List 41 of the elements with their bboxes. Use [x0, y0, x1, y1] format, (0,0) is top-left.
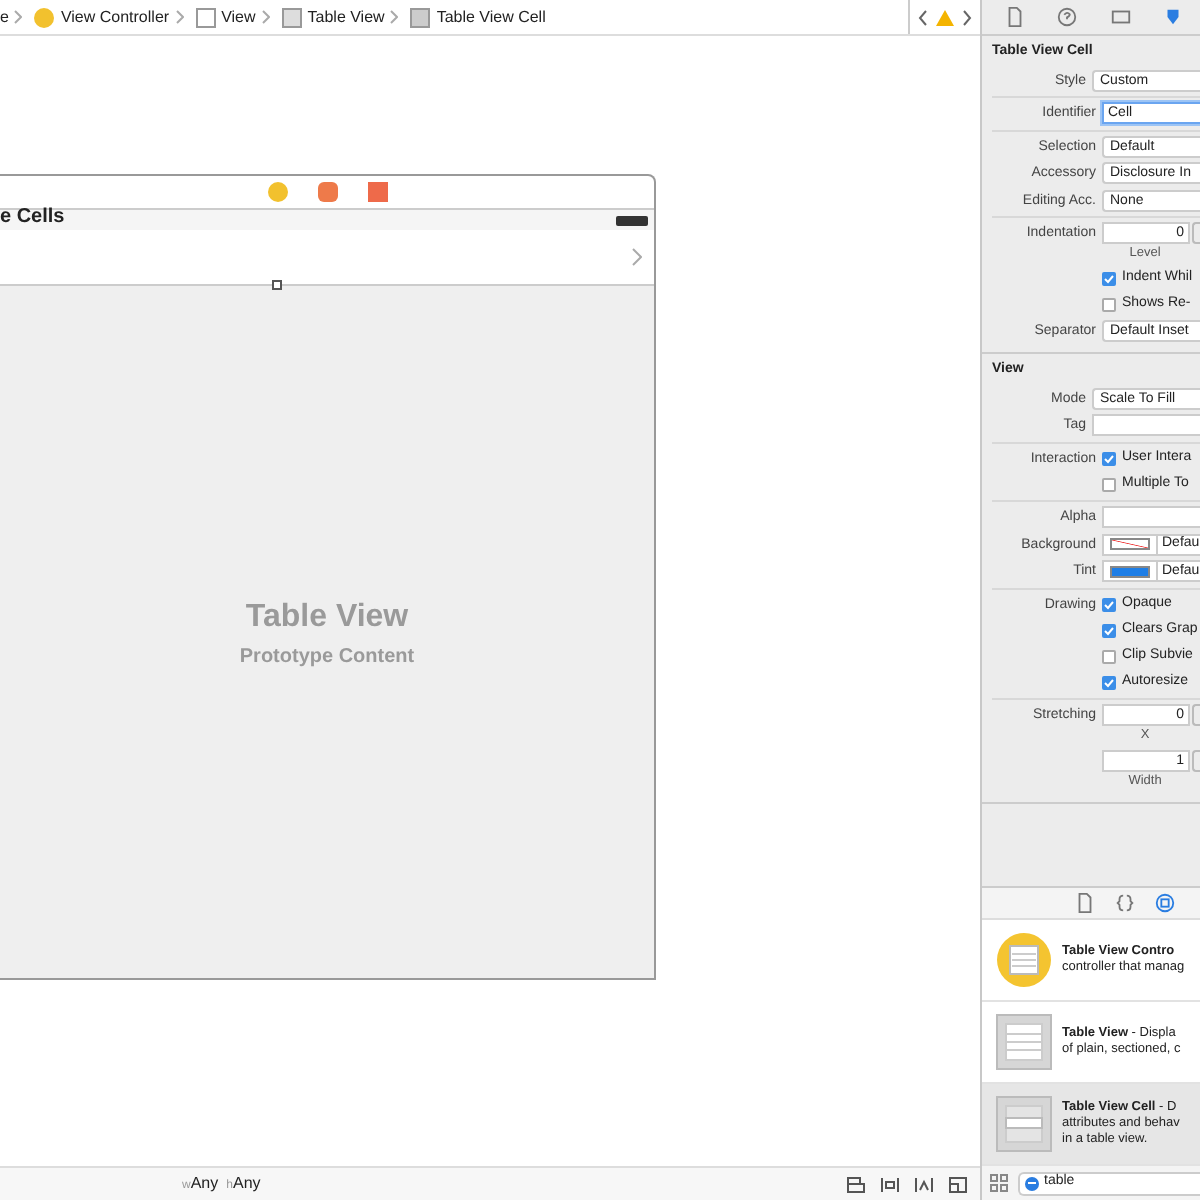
code-tab-icon[interactable] — [1114, 892, 1136, 914]
checkmark-icon — [1104, 599, 1114, 609]
help-tab-icon[interactable] — [1056, 6, 1079, 28]
placeholder-subtitle: Prototype Content — [239, 643, 415, 671]
view-icon — [195, 7, 216, 27]
controller-icon — [34, 7, 55, 27]
text-field[interactable] — [1092, 414, 1200, 437]
checkmark-icon — [1104, 678, 1114, 688]
table-icon — [996, 1014, 1052, 1070]
table-icon — [281, 7, 302, 27]
table-controller-icon — [996, 932, 1052, 988]
checkmark-icon — [1104, 273, 1114, 283]
chevron-icon — [390, 10, 399, 24]
breadcrumb-item[interactable]: View — [221, 5, 256, 29]
chevron-icon — [175, 10, 184, 24]
breadcrumb-item[interactable]: View Controller — [60, 5, 170, 29]
breadcrumb-item[interactable]: Table View Cell — [436, 5, 546, 29]
chevron-icon — [14, 10, 23, 24]
disclosure-chevron-icon — [632, 248, 642, 266]
table-cell-icon — [996, 1096, 1052, 1152]
back-chevron-icon[interactable] — [918, 9, 928, 25]
breadcrumb-item[interactable]: e — [0, 5, 9, 29]
battery-icon — [616, 215, 648, 225]
align-icon[interactable] — [880, 1175, 900, 1193]
attributes-tab-icon[interactable] — [1162, 6, 1185, 28]
identity-tab-icon[interactable] — [1109, 6, 1132, 28]
text-field[interactable] — [1102, 506, 1200, 529]
file-tab-icon[interactable] — [1074, 892, 1096, 914]
checkmark-icon — [1104, 453, 1114, 463]
cell-icon — [410, 7, 431, 27]
checkmark-icon — [1104, 626, 1114, 636]
forward-chevron-icon[interactable] — [962, 9, 972, 25]
grid-view-icon[interactable] — [990, 1174, 1008, 1192]
resize-handle[interactable] — [272, 280, 282, 290]
chevron-icon — [261, 10, 270, 24]
filter-icon — [1024, 1175, 1040, 1191]
placeholder-title: Table View — [245, 597, 409, 637]
breadcrumb-item[interactable]: Table View — [307, 5, 385, 29]
navigation-title: e Cells — [0, 207, 65, 227]
file-tab-icon[interactable] — [1003, 6, 1026, 28]
object-tab-icon[interactable] — [1154, 892, 1176, 914]
